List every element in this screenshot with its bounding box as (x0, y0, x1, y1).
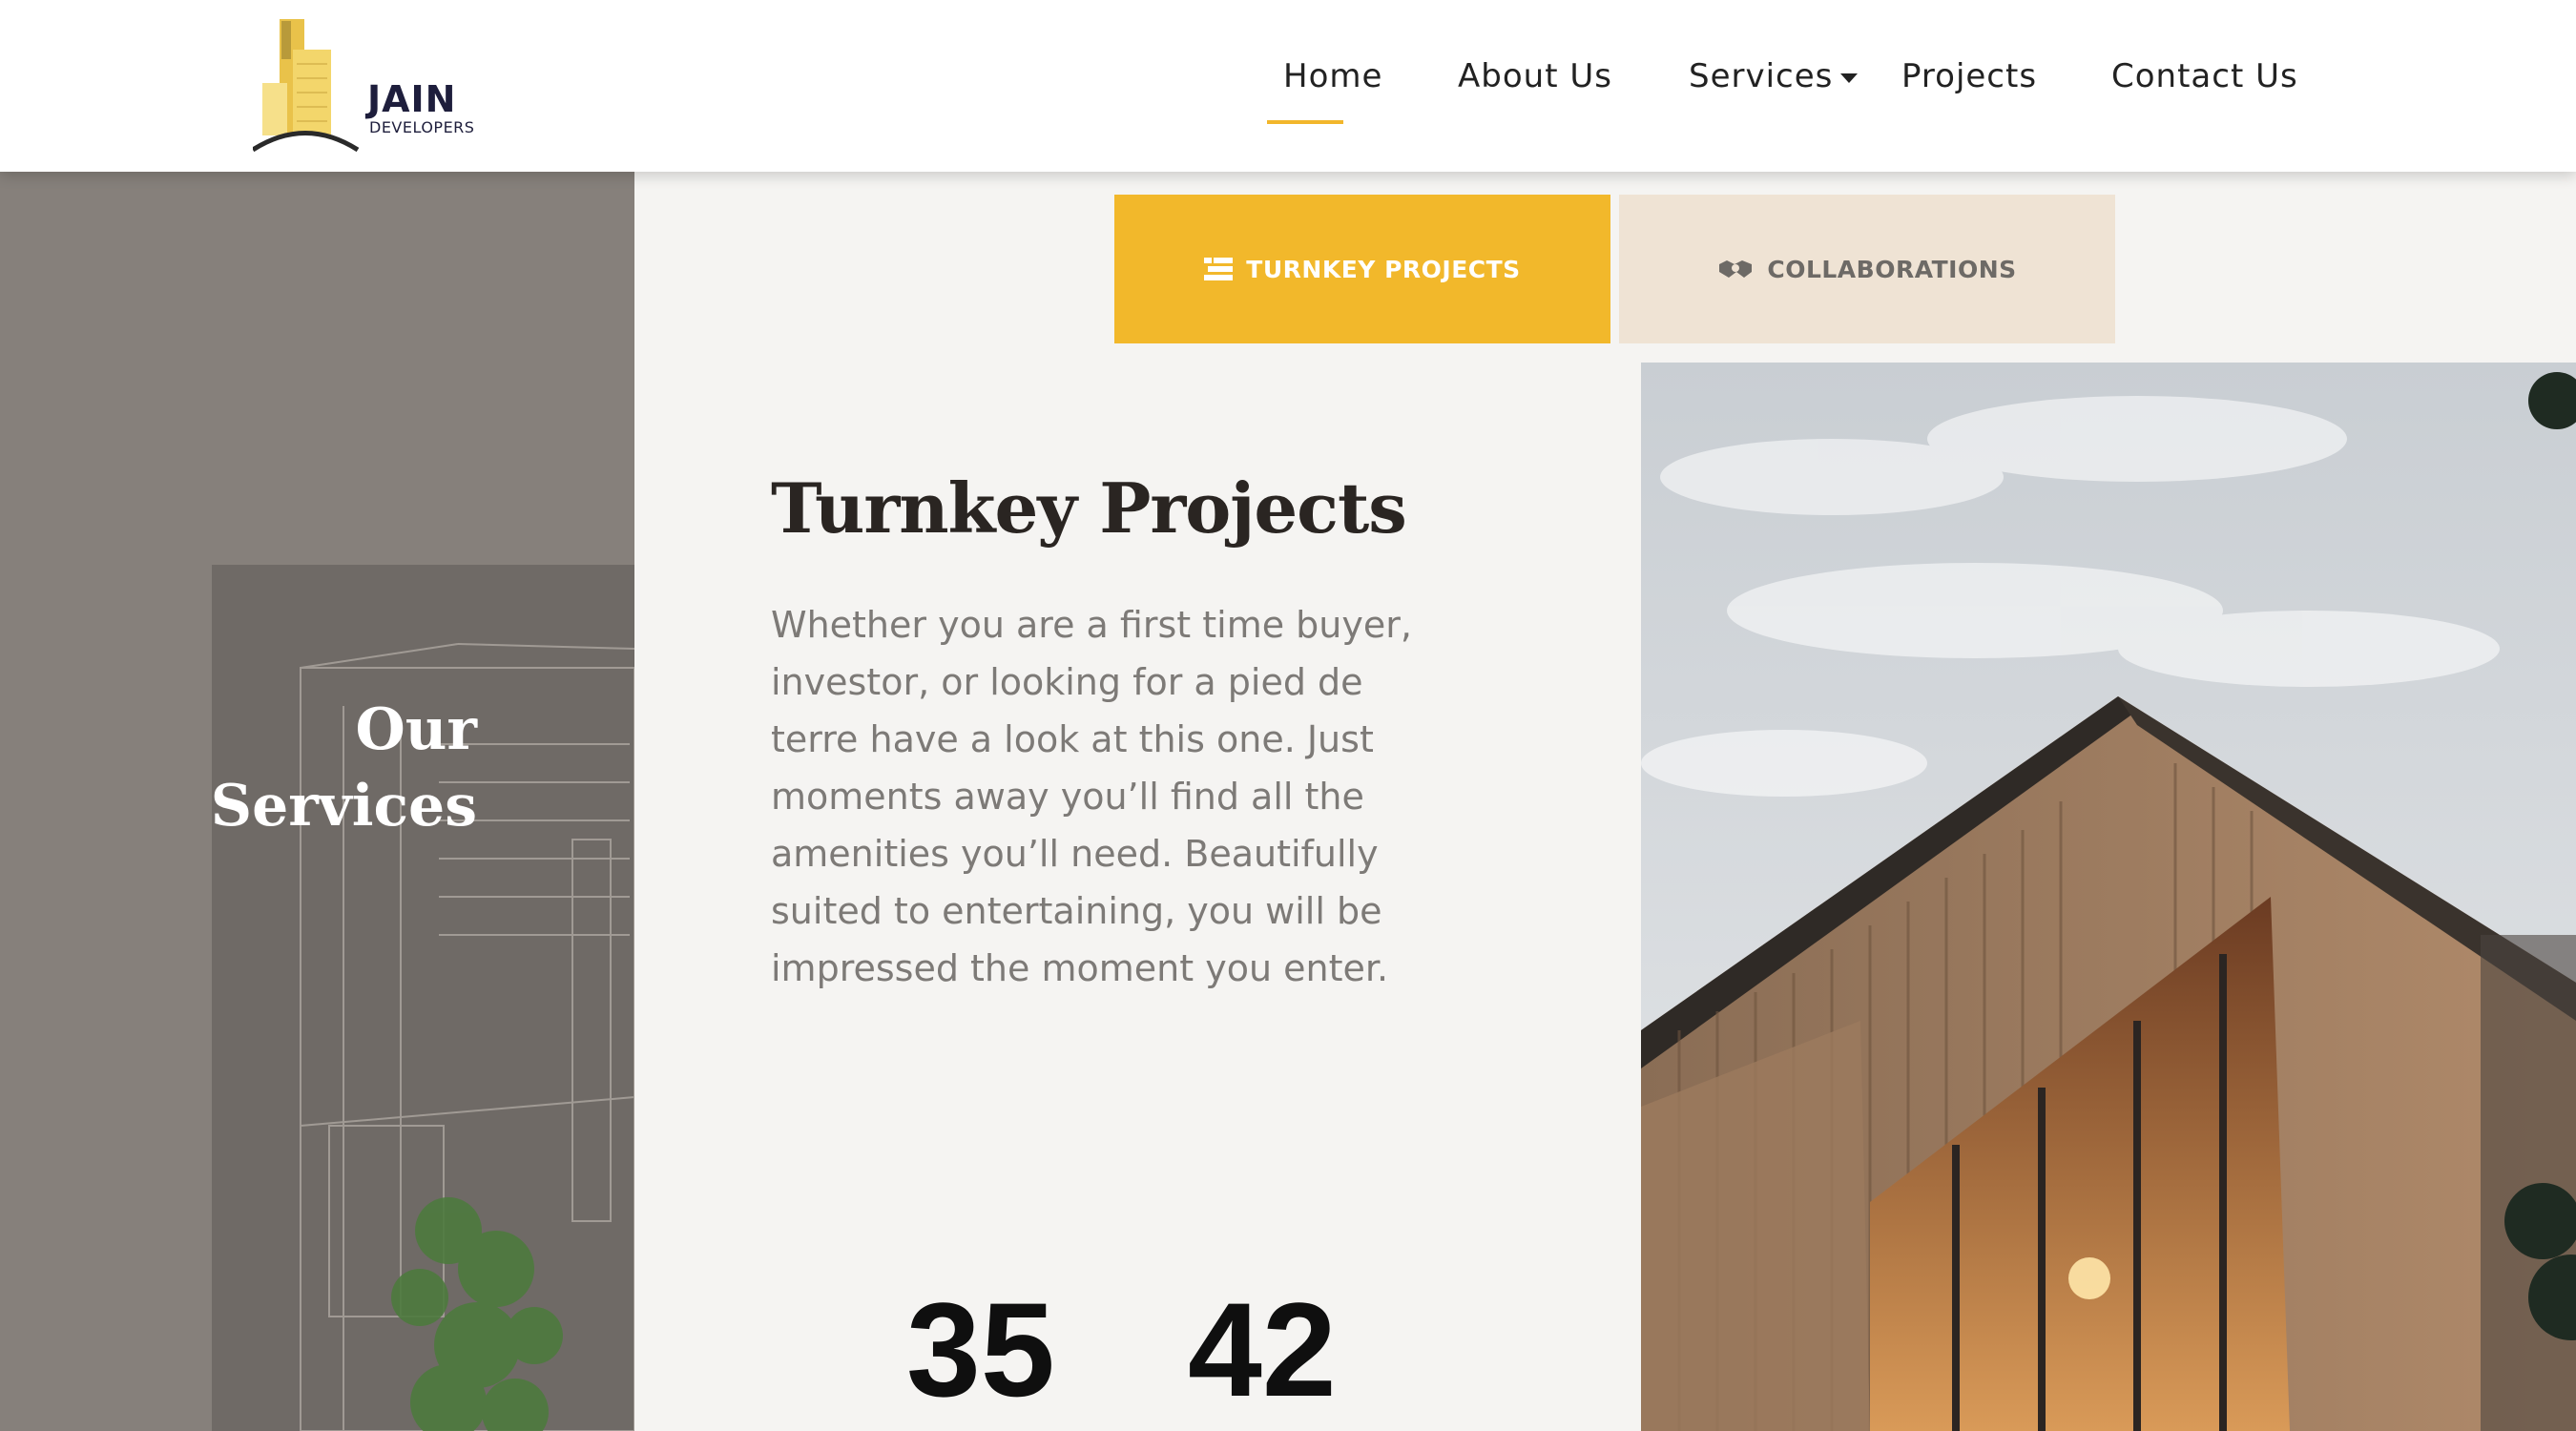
nav-about-us[interactable]: About Us (1458, 57, 1612, 95)
stat-number-1: 35 (906, 1275, 1055, 1424)
logo-subtitle: DEVELOPERS (369, 118, 475, 136)
nav-services[interactable]: Services (1689, 57, 1859, 95)
nav-services-label: Services (1689, 57, 1834, 95)
our-services-heading: Our Services (143, 692, 477, 844)
site-header: JAIN DEVELOPERS Home About Us Services P… (0, 0, 2576, 172)
tab-turnkey-label: TURNKEY PROJECTS (1246, 255, 1521, 283)
list-icon (1204, 258, 1234, 280)
our-services-line2: Services (210, 773, 477, 840)
section-description: Whether you are a first time buyer, inve… (771, 604, 1412, 989)
logo-name: JAIN (367, 78, 457, 120)
tab-turnkey-projects[interactable]: TURNKEY PROJECTS (1114, 195, 1610, 343)
logo[interactable]: JAIN DEVELOPERS (253, 11, 501, 155)
nav-projects[interactable]: Projects (1901, 57, 2037, 95)
nav-home[interactable]: Home (1283, 57, 1382, 95)
chevron-down-icon (1840, 73, 1859, 83)
nav-active-indicator (1267, 120, 1343, 124)
our-services-line1: Our (355, 696, 478, 763)
stat-number-2: 42 (1188, 1275, 1337, 1424)
section-title: Turnkey Projects (771, 467, 1407, 549)
handshake-icon (1719, 260, 1753, 278)
building-logo-icon (253, 19, 360, 153)
nav-contact-us[interactable]: Contact Us (2111, 57, 2298, 95)
tab-collaborations[interactable]: COLLABORATIONS (1619, 195, 2115, 343)
tab-collaborations-label: COLLABORATIONS (1767, 255, 2017, 283)
building-photo (1641, 363, 2576, 1431)
services-side-panel: Our Services (0, 172, 634, 1431)
